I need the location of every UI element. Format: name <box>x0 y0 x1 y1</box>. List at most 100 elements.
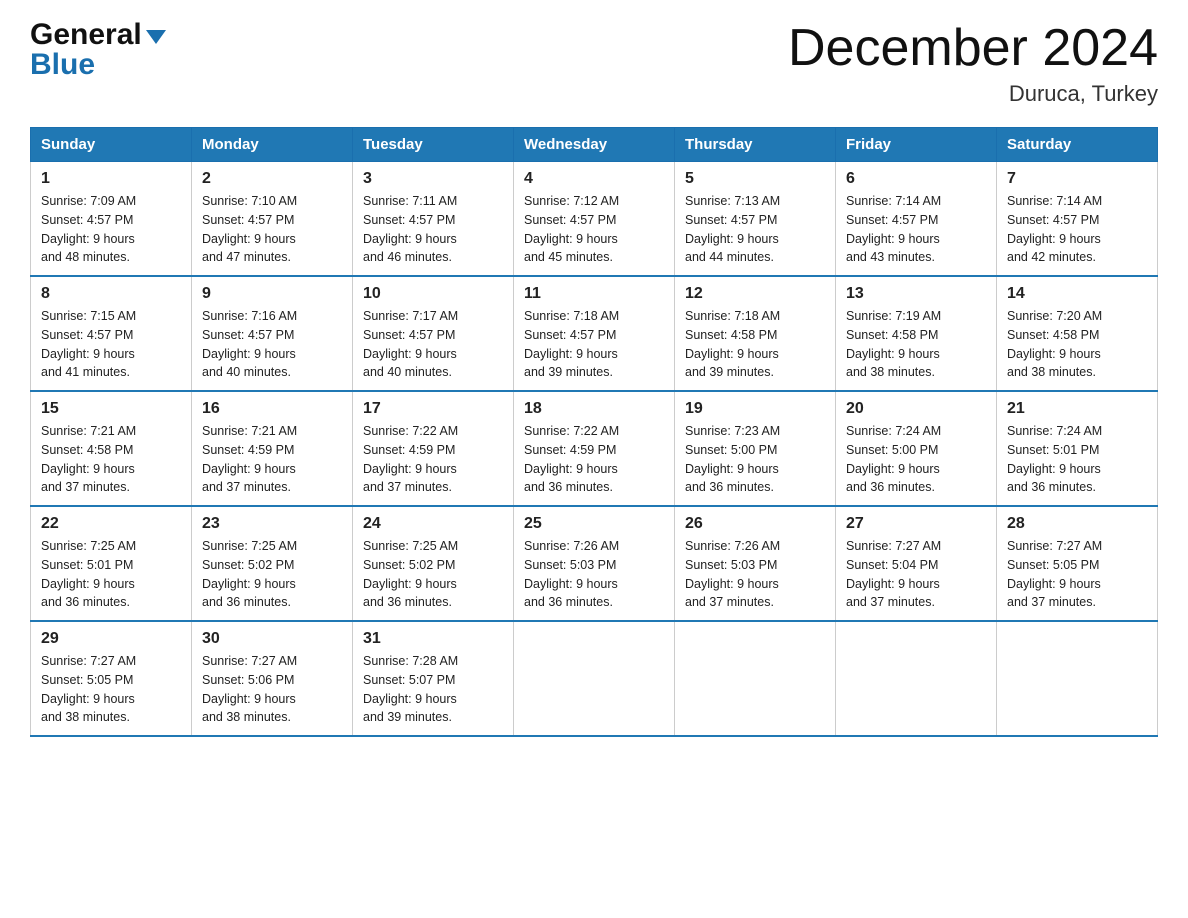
col-sunday: Sunday <box>31 128 192 162</box>
title-block: December 2024 Duruca, Turkey <box>788 20 1158 107</box>
day-number: 11 <box>524 285 664 303</box>
day-info: Sunrise: 7:27 AM Sunset: 5:05 PM Dayligh… <box>1007 537 1147 612</box>
calendar-cell: 5 Sunrise: 7:13 AM Sunset: 4:57 PM Dayli… <box>675 162 836 277</box>
day-info: Sunrise: 7:17 AM Sunset: 4:57 PM Dayligh… <box>363 307 503 382</box>
day-info: Sunrise: 7:21 AM Sunset: 4:59 PM Dayligh… <box>202 422 342 497</box>
day-info: Sunrise: 7:22 AM Sunset: 4:59 PM Dayligh… <box>363 422 503 497</box>
day-number: 29 <box>41 630 181 648</box>
day-info: Sunrise: 7:14 AM Sunset: 4:57 PM Dayligh… <box>846 192 986 267</box>
calendar-cell: 16 Sunrise: 7:21 AM Sunset: 4:59 PM Dayl… <box>192 391 353 506</box>
day-number: 20 <box>846 400 986 418</box>
logo: General Blue <box>30 20 166 80</box>
calendar-cell: 18 Sunrise: 7:22 AM Sunset: 4:59 PM Dayl… <box>514 391 675 506</box>
day-info: Sunrise: 7:26 AM Sunset: 5:03 PM Dayligh… <box>524 537 664 612</box>
calendar-cell <box>514 621 675 736</box>
day-info: Sunrise: 7:09 AM Sunset: 4:57 PM Dayligh… <box>41 192 181 267</box>
calendar-cell: 9 Sunrise: 7:16 AM Sunset: 4:57 PM Dayli… <box>192 276 353 391</box>
day-number: 17 <box>363 400 503 418</box>
day-info: Sunrise: 7:27 AM Sunset: 5:05 PM Dayligh… <box>41 652 181 727</box>
day-info: Sunrise: 7:27 AM Sunset: 5:06 PM Dayligh… <box>202 652 342 727</box>
day-info: Sunrise: 7:26 AM Sunset: 5:03 PM Dayligh… <box>685 537 825 612</box>
day-info: Sunrise: 7:18 AM Sunset: 4:58 PM Dayligh… <box>685 307 825 382</box>
calendar-cell: 19 Sunrise: 7:23 AM Sunset: 5:00 PM Dayl… <box>675 391 836 506</box>
day-number: 30 <box>202 630 342 648</box>
day-info: Sunrise: 7:12 AM Sunset: 4:57 PM Dayligh… <box>524 192 664 267</box>
day-info: Sunrise: 7:24 AM Sunset: 5:01 PM Dayligh… <box>1007 422 1147 497</box>
day-number: 28 <box>1007 515 1147 533</box>
day-info: Sunrise: 7:16 AM Sunset: 4:57 PM Dayligh… <box>202 307 342 382</box>
header-row: Sunday Monday Tuesday Wednesday Thursday… <box>31 128 1158 162</box>
day-number: 18 <box>524 400 664 418</box>
day-number: 16 <box>202 400 342 418</box>
calendar-cell: 7 Sunrise: 7:14 AM Sunset: 4:57 PM Dayli… <box>997 162 1158 277</box>
day-info: Sunrise: 7:25 AM Sunset: 5:01 PM Dayligh… <box>41 537 181 612</box>
calendar-cell: 15 Sunrise: 7:21 AM Sunset: 4:58 PM Dayl… <box>31 391 192 506</box>
logo-arrow-icon <box>146 30 166 44</box>
calendar-cell: 13 Sunrise: 7:19 AM Sunset: 4:58 PM Dayl… <box>836 276 997 391</box>
day-number: 14 <box>1007 285 1147 303</box>
calendar-week-row: 1 Sunrise: 7:09 AM Sunset: 4:57 PM Dayli… <box>31 162 1158 277</box>
calendar-cell: 20 Sunrise: 7:24 AM Sunset: 5:00 PM Dayl… <box>836 391 997 506</box>
calendar-week-row: 15 Sunrise: 7:21 AM Sunset: 4:58 PM Dayl… <box>31 391 1158 506</box>
day-number: 9 <box>202 285 342 303</box>
calendar-cell: 14 Sunrise: 7:20 AM Sunset: 4:58 PM Dayl… <box>997 276 1158 391</box>
calendar-cell <box>997 621 1158 736</box>
day-number: 31 <box>363 630 503 648</box>
day-number: 8 <box>41 285 181 303</box>
calendar-cell: 2 Sunrise: 7:10 AM Sunset: 4:57 PM Dayli… <box>192 162 353 277</box>
calendar-week-row: 29 Sunrise: 7:27 AM Sunset: 5:05 PM Dayl… <box>31 621 1158 736</box>
day-number: 1 <box>41 170 181 188</box>
day-number: 24 <box>363 515 503 533</box>
col-thursday: Thursday <box>675 128 836 162</box>
calendar-body: 1 Sunrise: 7:09 AM Sunset: 4:57 PM Dayli… <box>31 162 1158 737</box>
calendar-cell: 29 Sunrise: 7:27 AM Sunset: 5:05 PM Dayl… <box>31 621 192 736</box>
day-info: Sunrise: 7:18 AM Sunset: 4:57 PM Dayligh… <box>524 307 664 382</box>
day-info: Sunrise: 7:11 AM Sunset: 4:57 PM Dayligh… <box>363 192 503 267</box>
day-number: 2 <box>202 170 342 188</box>
day-info: Sunrise: 7:25 AM Sunset: 5:02 PM Dayligh… <box>202 537 342 612</box>
day-info: Sunrise: 7:27 AM Sunset: 5:04 PM Dayligh… <box>846 537 986 612</box>
day-number: 13 <box>846 285 986 303</box>
calendar-week-row: 8 Sunrise: 7:15 AM Sunset: 4:57 PM Dayli… <box>31 276 1158 391</box>
calendar-cell: 17 Sunrise: 7:22 AM Sunset: 4:59 PM Dayl… <box>353 391 514 506</box>
page-header: General Blue December 2024 Duruca, Turke… <box>30 20 1158 107</box>
calendar-cell: 25 Sunrise: 7:26 AM Sunset: 5:03 PM Dayl… <box>514 506 675 621</box>
day-number: 22 <box>41 515 181 533</box>
col-saturday: Saturday <box>997 128 1158 162</box>
day-number: 21 <box>1007 400 1147 418</box>
calendar-cell <box>675 621 836 736</box>
calendar-cell: 23 Sunrise: 7:25 AM Sunset: 5:02 PM Dayl… <box>192 506 353 621</box>
calendar-cell: 30 Sunrise: 7:27 AM Sunset: 5:06 PM Dayl… <box>192 621 353 736</box>
calendar-cell: 27 Sunrise: 7:27 AM Sunset: 5:04 PM Dayl… <box>836 506 997 621</box>
col-wednesday: Wednesday <box>514 128 675 162</box>
calendar-table: Sunday Monday Tuesday Wednesday Thursday… <box>30 127 1158 737</box>
day-number: 10 <box>363 285 503 303</box>
day-number: 23 <box>202 515 342 533</box>
calendar-cell <box>836 621 997 736</box>
day-number: 7 <box>1007 170 1147 188</box>
day-info: Sunrise: 7:28 AM Sunset: 5:07 PM Dayligh… <box>363 652 503 727</box>
calendar-week-row: 22 Sunrise: 7:25 AM Sunset: 5:01 PM Dayl… <box>31 506 1158 621</box>
day-number: 6 <box>846 170 986 188</box>
day-info: Sunrise: 7:23 AM Sunset: 5:00 PM Dayligh… <box>685 422 825 497</box>
day-info: Sunrise: 7:21 AM Sunset: 4:58 PM Dayligh… <box>41 422 181 497</box>
calendar-cell: 3 Sunrise: 7:11 AM Sunset: 4:57 PM Dayli… <box>353 162 514 277</box>
calendar-cell: 21 Sunrise: 7:24 AM Sunset: 5:01 PM Dayl… <box>997 391 1158 506</box>
day-number: 26 <box>685 515 825 533</box>
day-info: Sunrise: 7:13 AM Sunset: 4:57 PM Dayligh… <box>685 192 825 267</box>
day-info: Sunrise: 7:19 AM Sunset: 4:58 PM Dayligh… <box>846 307 986 382</box>
day-info: Sunrise: 7:14 AM Sunset: 4:57 PM Dayligh… <box>1007 192 1147 267</box>
day-info: Sunrise: 7:20 AM Sunset: 4:58 PM Dayligh… <box>1007 307 1147 382</box>
day-number: 3 <box>363 170 503 188</box>
day-info: Sunrise: 7:24 AM Sunset: 5:00 PM Dayligh… <box>846 422 986 497</box>
day-number: 25 <box>524 515 664 533</box>
calendar-cell: 11 Sunrise: 7:18 AM Sunset: 4:57 PM Dayl… <box>514 276 675 391</box>
calendar-cell: 22 Sunrise: 7:25 AM Sunset: 5:01 PM Dayl… <box>31 506 192 621</box>
day-number: 19 <box>685 400 825 418</box>
day-info: Sunrise: 7:10 AM Sunset: 4:57 PM Dayligh… <box>202 192 342 267</box>
day-info: Sunrise: 7:25 AM Sunset: 5:02 PM Dayligh… <box>363 537 503 612</box>
calendar-cell: 31 Sunrise: 7:28 AM Sunset: 5:07 PM Dayl… <box>353 621 514 736</box>
logo-blue-text: Blue <box>30 50 166 80</box>
logo-general-text: General <box>30 20 142 50</box>
calendar-cell: 24 Sunrise: 7:25 AM Sunset: 5:02 PM Dayl… <box>353 506 514 621</box>
